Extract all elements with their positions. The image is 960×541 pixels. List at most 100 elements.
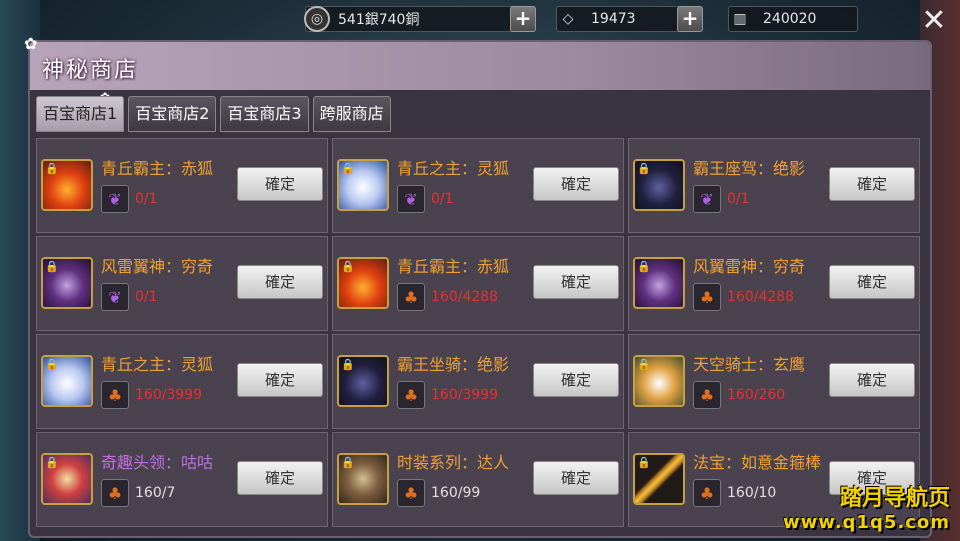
shop-item-card: 🔒 天空骑士：玄鹰 ♣ 160/260 確定 xyxy=(628,334,920,429)
confirm-button[interactable]: 確定 xyxy=(237,265,323,299)
dark-horse-portrait-icon[interactable]: 🔒 xyxy=(633,159,685,211)
confirm-button[interactable]: 確定 xyxy=(237,167,323,201)
lock-icon: 🔒 xyxy=(341,358,355,371)
gourd-icon[interactable]: ♣ xyxy=(693,479,721,507)
shop-item-card: 🔒 霸王坐骑：绝影 ♣ 160/3999 確定 xyxy=(332,334,624,429)
shop-tabs: 百宝商店1 百宝商店2 百宝商店3 跨服商店 xyxy=(36,96,391,132)
item-name: 时装系列：达人 xyxy=(397,453,510,472)
item-name: 青丘之主：灵狐 xyxy=(101,355,214,374)
gourd-icon[interactable]: ♣ xyxy=(101,381,129,409)
watermark-url: www.q1q5.com xyxy=(782,512,950,533)
warrior-portrait-icon[interactable]: 🔒 xyxy=(337,453,389,505)
shop-item-card: 🔒 奇趣头领：咕咕 ♣ 160/7 確定 xyxy=(36,432,328,527)
item-count: 160/4288 xyxy=(431,289,499,305)
dark-horse-portrait-icon[interactable]: 🔒 xyxy=(337,355,389,407)
white-fox-portrait-icon[interactable]: 🔒 xyxy=(41,355,93,407)
shop-item-card: 🔒 青丘霸主：赤狐 ♣ 160/4288 確定 xyxy=(332,236,624,331)
close-button[interactable]: ✕ xyxy=(920,6,948,36)
shop-item-card: 🔒 风翼雷神：穷奇 ♣ 160/4288 確定 xyxy=(628,236,920,331)
purple-crystal-icon[interactable]: ❦ xyxy=(397,185,425,213)
tab-shop-2[interactable]: 百宝商店2 xyxy=(128,96,217,132)
gold-bars-icon: ▥ xyxy=(733,11,747,27)
flower-decoration-icon: ✿ xyxy=(24,34,38,53)
watermark: 踏月导航页 www.q1q5.com xyxy=(783,480,950,533)
lock-icon: 🔒 xyxy=(637,358,651,371)
confirm-button[interactable]: 確定 xyxy=(829,167,915,201)
item-count: 160/99 xyxy=(431,485,481,501)
panel-title: 神秘商店 xyxy=(42,58,139,83)
gourd-icon[interactable]: ♣ xyxy=(397,283,425,311)
purple-beast-portrait-icon[interactable]: 🔒 xyxy=(41,257,93,309)
eagle-portrait-icon[interactable]: 🔒 xyxy=(633,355,685,407)
lock-icon: 🔒 xyxy=(637,456,651,469)
item-count: 160/3999 xyxy=(135,387,203,403)
purple-crystal-icon[interactable]: ❦ xyxy=(693,185,721,213)
item-name: 法宝：如意金箍棒 xyxy=(693,453,822,472)
red-fox-portrait-icon[interactable]: 🔒 xyxy=(41,159,93,211)
gourd-icon[interactable]: ♣ xyxy=(101,479,129,507)
confirm-button[interactable]: 確定 xyxy=(237,363,323,397)
lock-icon: 🔒 xyxy=(341,456,355,469)
confirm-button[interactable]: 確定 xyxy=(829,265,915,299)
shop-item-card: 🔒 霸王座驾：绝影 ❦ 0/1 確定 xyxy=(628,138,920,233)
diamond-icon: ◇ xyxy=(562,11,574,27)
gold-bars-display: ▥ 240020 xyxy=(728,6,858,32)
item-count: 160/4288 xyxy=(727,289,795,305)
watermark-title: 踏月导航页 xyxy=(839,486,950,511)
lock-icon: 🔒 xyxy=(341,260,355,273)
confirm-button[interactable]: 確定 xyxy=(533,363,619,397)
shop-item-card: 🔒 风雷翼神：穷奇 ❦ 0/1 確定 xyxy=(36,236,328,331)
silver-copper-display: ◎ 541銀740銅 + xyxy=(304,6,536,32)
lock-icon: 🔒 xyxy=(637,162,651,175)
lock-icon: 🔒 xyxy=(341,162,355,175)
white-fox-portrait-icon[interactable]: 🔒 xyxy=(337,159,389,211)
lock-icon: 🔒 xyxy=(637,260,651,273)
gourd-icon[interactable]: ♣ xyxy=(693,381,721,409)
item-name: 青丘霸主：赤狐 xyxy=(397,257,510,276)
coin-icon: ◎ xyxy=(304,6,330,32)
confirm-button[interactable]: 確定 xyxy=(533,167,619,201)
item-name: 霸王坐骑：绝影 xyxy=(397,355,510,374)
gourd-icon[interactable]: ♣ xyxy=(397,381,425,409)
lock-icon: 🔒 xyxy=(45,260,59,273)
gourd-icon[interactable]: ♣ xyxy=(397,479,425,507)
confirm-button[interactable]: 確定 xyxy=(829,363,915,397)
add-diamond-button[interactable]: + xyxy=(677,6,703,32)
red-fox-portrait-icon[interactable]: 🔒 xyxy=(337,257,389,309)
panel-header: ✿ ✿ 神秘商店 xyxy=(24,34,930,104)
item-name: 风雷翼神：穷奇 xyxy=(101,257,214,276)
shop-item-card: 🔒 时装系列：达人 ♣ 160/99 確定 xyxy=(332,432,624,527)
gourd-icon[interactable]: ♣ xyxy=(693,283,721,311)
item-count: 0/1 xyxy=(135,289,158,305)
tab-cross-server-shop[interactable]: 跨服商店 xyxy=(312,96,391,132)
chicken-portrait-icon[interactable]: 🔒 xyxy=(41,453,93,505)
item-name: 霸王座驾：绝影 xyxy=(693,159,806,178)
item-name: 风翼雷神：穷奇 xyxy=(693,257,806,276)
shop-item-grid: 🔒 青丘霸主：赤狐 ❦ 0/1 確定 🔒 青丘之主：灵狐 ❦ 0/1 確定 🔒 霸王座驾：绝影 ❦ 0/1… xyxy=(36,138,922,527)
shop-item-card: 🔒 青丘霸主：赤狐 ❦ 0/1 確定 xyxy=(36,138,328,233)
mystery-shop-panel: ✿ ✿ 神秘商店 百宝商店1 百宝商店2 百宝商店3 跨服商店 🔒 青丘霸主：赤狐… xyxy=(24,34,932,538)
silver-copper-value: 541銀740銅 xyxy=(338,12,420,28)
confirm-button[interactable]: 確定 xyxy=(533,461,619,495)
item-name: 青丘之主：灵狐 xyxy=(397,159,510,178)
item-name: 奇趣头领：咕咕 xyxy=(101,453,214,472)
item-count: 0/1 xyxy=(135,191,158,207)
confirm-button[interactable]: 確定 xyxy=(533,265,619,299)
diamond-display: ◇ 19473 + xyxy=(556,6,703,32)
item-count: 0/1 xyxy=(727,191,750,207)
item-count: 160/260 xyxy=(727,387,786,403)
lock-icon: 🔒 xyxy=(45,456,59,469)
purple-crystal-icon[interactable]: ❦ xyxy=(101,185,129,213)
confirm-button[interactable]: 確定 xyxy=(237,461,323,495)
item-count: 160/3999 xyxy=(431,387,499,403)
gold-bars-value: 240020 xyxy=(763,11,817,27)
shop-item-card: 🔒 青丘之主：灵狐 ♣ 160/3999 確定 xyxy=(36,334,328,429)
item-count: 160/7 xyxy=(135,485,176,501)
item-name: 天空骑士：玄鹰 xyxy=(693,355,806,374)
tab-shop-3[interactable]: 百宝商店3 xyxy=(220,96,309,132)
purple-crystal-icon[interactable]: ❦ xyxy=(101,283,129,311)
add-silver-button[interactable]: + xyxy=(510,6,536,32)
staff-portrait-icon[interactable]: 🔒 xyxy=(633,453,685,505)
tab-shop-1[interactable]: 百宝商店1 xyxy=(36,96,125,132)
purple-beast-portrait-icon[interactable]: 🔒 xyxy=(633,257,685,309)
